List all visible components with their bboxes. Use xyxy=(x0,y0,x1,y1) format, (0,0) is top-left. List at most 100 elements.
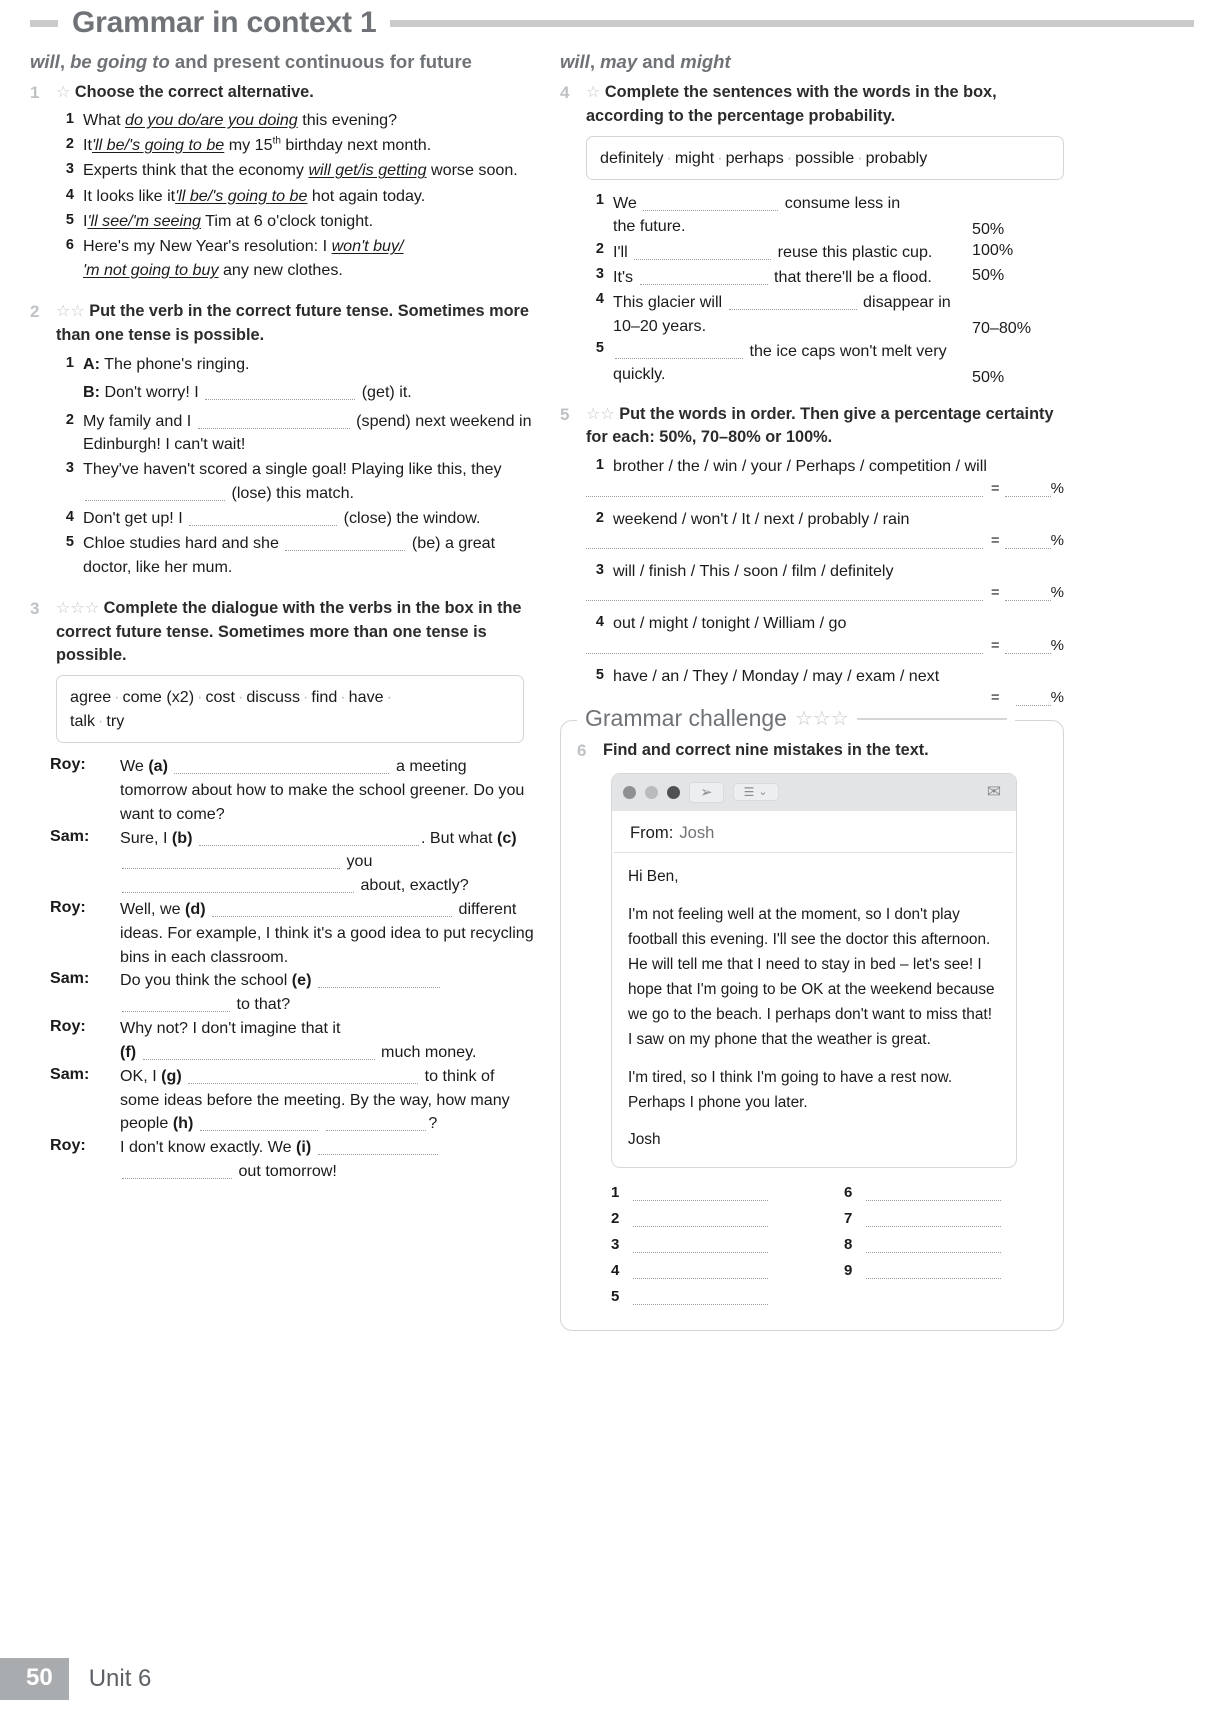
word-chip[interactable]: have xyxy=(349,688,384,706)
window-dot-3-icon[interactable] xyxy=(667,785,680,799)
answer-row[interactable]: 8 xyxy=(844,1236,1047,1254)
answer-gap[interactable] xyxy=(85,487,225,501)
answer-gap[interactable] xyxy=(197,415,350,429)
answer-line[interactable] xyxy=(633,1264,768,1280)
list-item[interactable]: 6 Here's my New Year's resolution: I won'… xyxy=(56,235,534,282)
word-chip[interactable]: talk xyxy=(70,712,95,730)
percentage-gap[interactable] xyxy=(1004,638,1051,654)
answer-gap[interactable] xyxy=(643,197,779,211)
percentage-gap[interactable] xyxy=(1004,533,1051,550)
answer-line[interactable] xyxy=(586,481,983,497)
answer-gap[interactable] xyxy=(198,832,419,846)
answer-gap[interactable] xyxy=(122,855,340,870)
answer-row[interactable]: 4 xyxy=(611,1262,814,1280)
answer-gap[interactable] xyxy=(142,1046,375,1060)
answer-row[interactable]: 6 xyxy=(844,1184,1047,1202)
word-order-answer-row[interactable]: = % xyxy=(586,637,1064,654)
word-chip[interactable]: discuss xyxy=(246,688,300,706)
answer-gap[interactable] xyxy=(205,386,356,401)
dialogue-line[interactable]: Roy: We (a) a meeting tomorrow about how… xyxy=(50,755,534,826)
answer-gap[interactable] xyxy=(639,271,768,285)
list-item[interactable]: 5 Chloe studies hard and she (be) a grea… xyxy=(56,532,534,579)
answer-line[interactable] xyxy=(866,1238,1001,1254)
answer-gap[interactable] xyxy=(317,1141,438,1156)
dialogue-line[interactable]: Roy: Why not? I don't imagine that it (f)… xyxy=(50,1017,534,1065)
list-item[interactable]: 3 They've haven't scored a single goal! … xyxy=(56,458,534,505)
list-item[interactable]: 1 What do you do/are you doing this eveni… xyxy=(56,109,534,132)
list-item[interactable]: 4 This glacier will disappear in 10–20 y… xyxy=(586,291,1064,338)
answer-gap[interactable] xyxy=(174,760,390,775)
answer-gap[interactable] xyxy=(285,537,406,552)
word-order-answer-row[interactable]: = % xyxy=(586,584,1064,602)
word-chip[interactable]: might xyxy=(675,149,714,167)
word-order-answer-row[interactable]: = % xyxy=(586,689,1064,707)
send-button[interactable]: ➢ xyxy=(689,781,724,803)
list-item[interactable]: 4 out / might / tonight / William / go =… xyxy=(586,612,1064,654)
dialogue-line[interactable]: Sam: OK, I (g) to think of some ideas be… xyxy=(50,1065,534,1136)
answer-gap[interactable] xyxy=(317,974,440,989)
list-item[interactable]: 2 weekend / won't / It / next / probably… xyxy=(586,508,1064,550)
answer-line[interactable] xyxy=(586,585,983,602)
list-item[interactable]: 1 A: The phone's ringing. B: Don't worry… xyxy=(56,353,534,405)
envelope-icon[interactable]: ✉ xyxy=(987,782,1005,802)
word-chip[interactable]: try xyxy=(106,712,124,730)
answer-row[interactable]: 2 xyxy=(611,1210,814,1228)
answer-row[interactable]: 9 xyxy=(844,1262,1047,1280)
answer-line[interactable] xyxy=(633,1212,768,1228)
answer-line[interactable] xyxy=(866,1212,1001,1228)
answer-gap[interactable] xyxy=(728,296,857,311)
word-chip[interactable]: come (x2) xyxy=(123,688,195,706)
dialogue-line[interactable]: Sam: Do you think the school (e) to that… xyxy=(50,969,534,1017)
list-item[interactable]: 5 I'll see/'m seeing Tim at 6 o'clock ton… xyxy=(56,210,534,233)
percentage-gap[interactable] xyxy=(1004,585,1051,602)
answer-row[interactable]: 1 xyxy=(611,1184,814,1202)
dialogue-line[interactable]: Sam: Sure, I (b) . But what (c) you abou… xyxy=(50,827,534,898)
answer-line[interactable] xyxy=(866,1264,1001,1280)
list-item[interactable]: 5 the ice caps won't melt very quickly. … xyxy=(586,340,1064,387)
list-item[interactable]: 2 I'll reuse this plastic cup. 100% xyxy=(586,241,1064,264)
word-chip[interactable]: cost xyxy=(205,688,235,706)
dialogue-line[interactable]: Roy: Well, we (d) different ideas. For e… xyxy=(50,898,534,969)
answer-line[interactable] xyxy=(866,1186,1001,1202)
answer-line[interactable] xyxy=(586,638,983,654)
percentage-gap[interactable] xyxy=(1004,481,1051,497)
answer-row[interactable]: 3 xyxy=(611,1236,814,1254)
answer-line[interactable] xyxy=(633,1238,768,1254)
menu-button[interactable]: ☰ ⌄ xyxy=(732,783,779,802)
answer-gap[interactable] xyxy=(122,998,230,1013)
percentage-gap[interactable] xyxy=(1004,690,1051,707)
answer-gap[interactable] xyxy=(212,903,453,918)
list-item[interactable]: 1 brother / the / win / your / Perhaps /… xyxy=(586,455,1064,497)
list-item[interactable]: 2 My family and I (spend) next weekend i… xyxy=(56,410,534,457)
list-item[interactable]: 4 Don't get up! I (close) the window. xyxy=(56,507,534,530)
list-item[interactable]: 3 will / finish / This / soon / film / d… xyxy=(586,560,1064,602)
dialogue-line[interactable]: Roy: I don't know exactly. We (i) out to… xyxy=(50,1136,534,1184)
window-dot-2-icon[interactable] xyxy=(645,785,658,799)
list-item[interactable]: 2 It'll be/'s going to be my 15th birthda… xyxy=(56,134,534,157)
answer-line[interactable] xyxy=(586,690,983,707)
word-order-answer-row[interactable]: = % xyxy=(586,532,1064,550)
list-item[interactable]: 3 Experts think that the economy will get… xyxy=(56,159,534,182)
list-item[interactable]: 4 It looks like it'll be/'s going to be h… xyxy=(56,185,534,208)
word-order-answer-row[interactable]: = % xyxy=(586,480,1064,497)
word-chip[interactable]: definitely xyxy=(600,149,664,167)
answer-row[interactable]: 7 xyxy=(844,1210,1047,1228)
list-item[interactable]: 1 We consume less in the future. 50% xyxy=(586,192,1064,239)
answer-line[interactable] xyxy=(633,1186,768,1202)
answer-gap[interactable] xyxy=(326,1117,427,1132)
answer-gap[interactable] xyxy=(188,1070,419,1084)
list-item[interactable]: 5 have / an / They / Monday / may / exam… xyxy=(586,665,1064,707)
answer-gap[interactable] xyxy=(615,345,743,359)
answer-line[interactable] xyxy=(586,533,983,550)
window-dot-1-icon[interactable] xyxy=(623,785,636,799)
answer-line[interactable] xyxy=(633,1290,768,1306)
word-chip[interactable]: perhaps xyxy=(726,149,784,167)
answer-gap[interactable] xyxy=(634,246,772,260)
answer-gap[interactable] xyxy=(189,512,338,526)
word-chip[interactable]: probably xyxy=(866,149,928,167)
word-chip[interactable]: agree xyxy=(70,688,111,706)
answer-gap[interactable] xyxy=(122,1165,232,1179)
list-item[interactable]: 3 It's that there'll be a flood. 50% xyxy=(586,266,1064,289)
answer-row[interactable]: 5 xyxy=(611,1288,814,1306)
answer-gap[interactable] xyxy=(199,1117,318,1132)
